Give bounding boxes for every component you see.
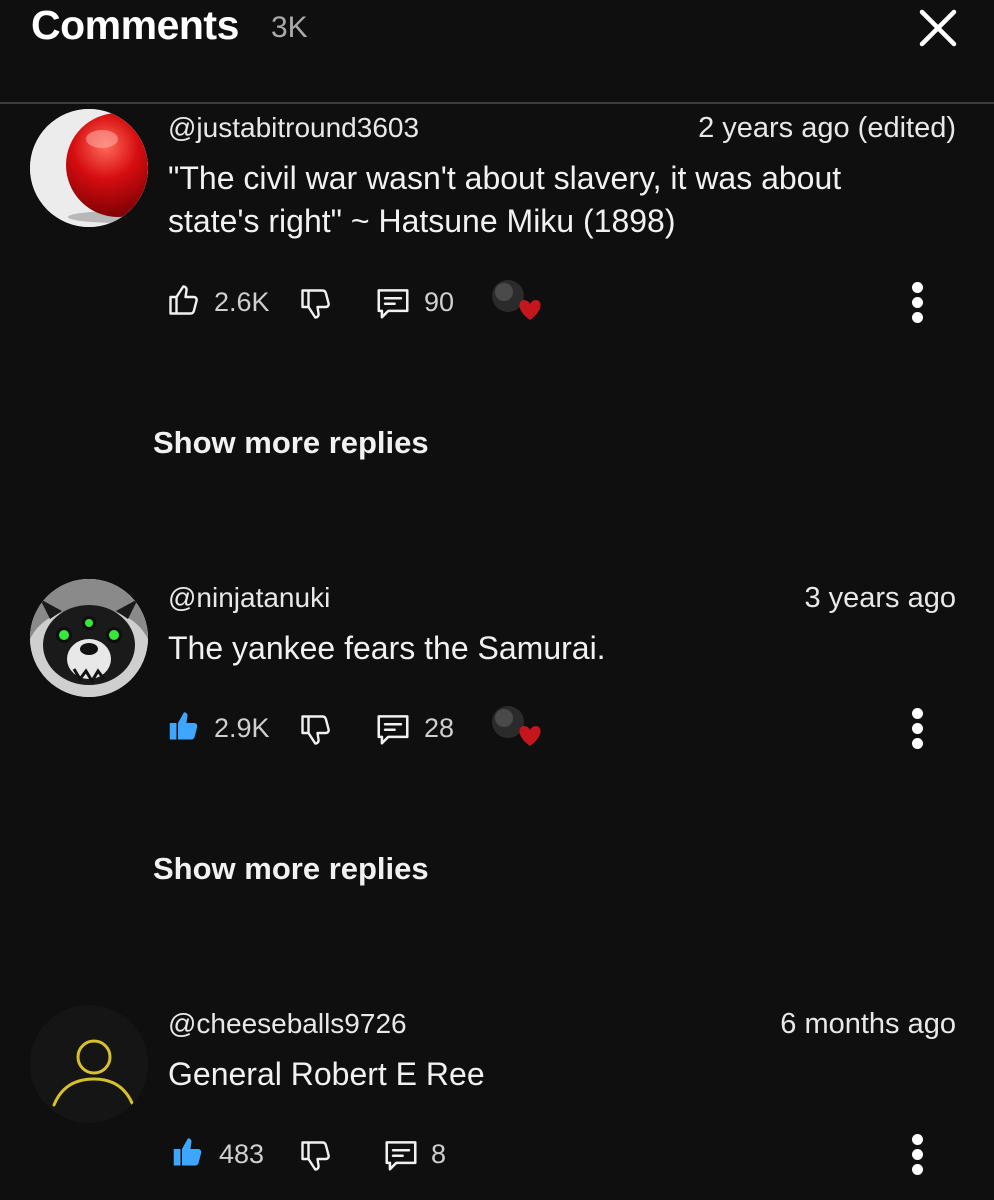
creator-heart: [490, 276, 546, 322]
page-title: Comments: [31, 2, 239, 48]
thumbs-down-icon: [301, 715, 330, 745]
close-icon: [919, 9, 957, 47]
comment-author[interactable]: @cheeseballs9726: [168, 1008, 407, 1040]
masked-creature-avatar-icon: [30, 579, 148, 697]
reply-button[interactable]: [374, 710, 414, 750]
more-options-button[interactable]: [898, 276, 938, 328]
comment-timestamp: 3 years ago: [804, 582, 956, 614]
comment-text: The yankee fears the Samurai.: [168, 630, 606, 666]
dislike-button[interactable]: [298, 1138, 338, 1178]
default-user-avatar-icon: [30, 1005, 148, 1123]
dislike-button[interactable]: [298, 712, 338, 752]
comments-header: Comments 3K: [0, 0, 994, 104]
thumbs-down-icon: [301, 1141, 330, 1171]
comment-text: "The civil war wasn't about slavery, it …: [168, 160, 842, 239]
like-button[interactable]: [170, 1134, 210, 1174]
avatar[interactable]: [30, 1005, 148, 1123]
comment-thread: @ninjatanuki 3 years ago The yankee fear…: [0, 574, 994, 954]
comment-thread: @cheeseballs9726 6 months ago General Ro…: [0, 1000, 994, 1200]
like-count: 2.6K: [214, 287, 270, 317]
comment-author[interactable]: @ninjatanuki: [168, 582, 330, 614]
show-more-replies-button[interactable]: Show more replies: [153, 851, 429, 887]
comment-timestamp: 6 months ago: [780, 1008, 956, 1040]
thumbs-up-icon: [169, 285, 198, 315]
avatar[interactable]: [30, 109, 148, 227]
more-options-button[interactable]: [898, 702, 938, 754]
show-more-replies-button[interactable]: Show more replies: [153, 425, 429, 461]
thumbs-up-filled-icon: [173, 1138, 202, 1166]
red-ball-avatar-icon: [30, 109, 148, 227]
reply-count: 90: [424, 287, 455, 317]
hearted-by-creator-icon: [492, 280, 541, 320]
dislike-button[interactable]: [298, 286, 338, 326]
comment-count: 3K: [271, 11, 308, 44]
avatar[interactable]: [30, 579, 148, 697]
comment-icon: [385, 1141, 417, 1171]
reply-count: 28: [424, 713, 455, 743]
like-button[interactable]: [166, 708, 206, 748]
comment-icon: [377, 715, 409, 745]
hearted-by-creator-icon: [492, 706, 541, 746]
reply-button[interactable]: [382, 1136, 422, 1176]
more-options-button[interactable]: [898, 1128, 938, 1180]
reply-count: 8: [431, 1139, 447, 1169]
like-count: 2.9K: [214, 713, 270, 743]
like-button[interactable]: [166, 282, 206, 322]
creator-heart: [490, 702, 546, 748]
reply-button[interactable]: [374, 284, 414, 324]
comment-thread: @justabitround3603 2 years ago (edited) …: [0, 104, 994, 484]
comment-timestamp: 2 years ago (edited): [698, 112, 956, 144]
comment-icon: [377, 289, 409, 319]
thumbs-down-icon: [301, 289, 330, 319]
comment-author[interactable]: @justabitround3603: [168, 112, 419, 144]
like-count: 483: [219, 1139, 265, 1169]
close-button[interactable]: [914, 4, 962, 52]
comment-text: General Robert E Ree: [168, 1056, 485, 1092]
thumbs-up-filled-icon: [169, 712, 198, 740]
